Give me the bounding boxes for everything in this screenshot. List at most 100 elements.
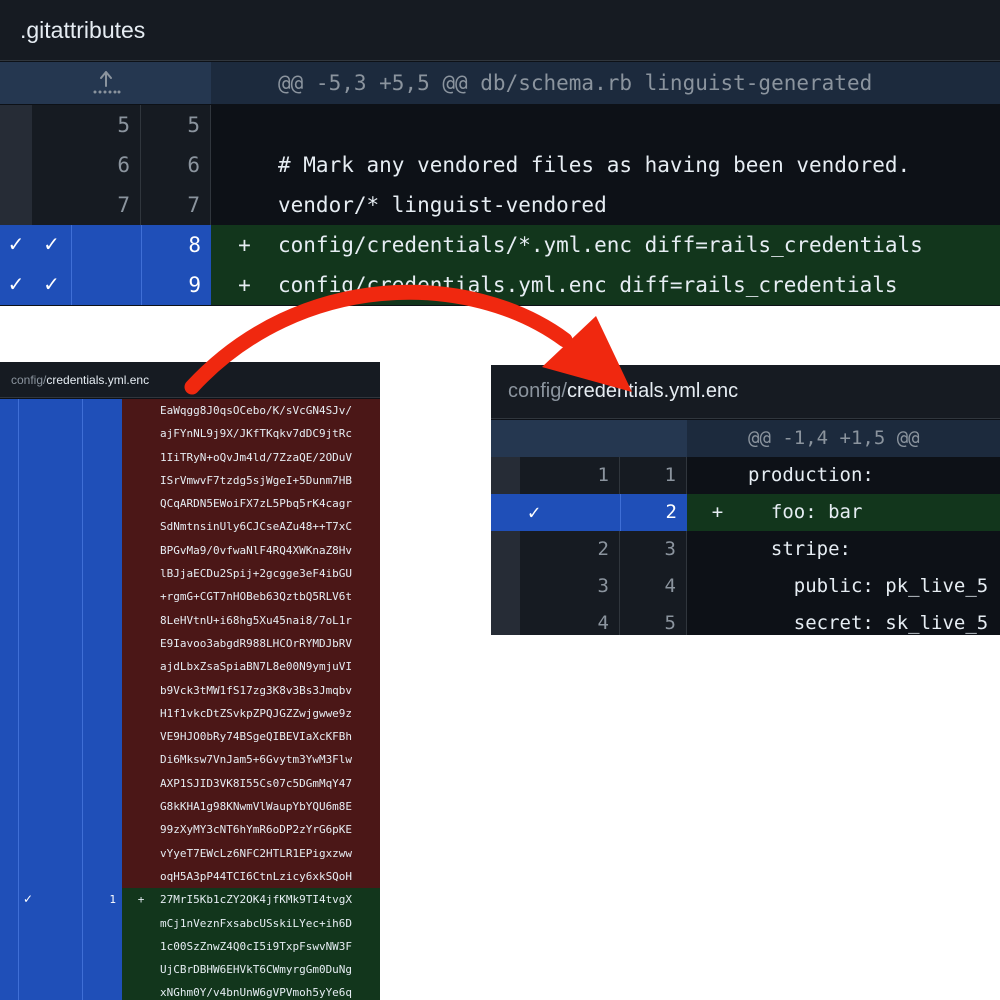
select-line-toggle[interactable]	[18, 958, 82, 982]
select-column[interactable]	[0, 748, 18, 772]
select-column[interactable]	[0, 445, 18, 469]
diff-line[interactable]: oqH5A3pP44TCI6CtnLzicy6xkSQoH	[0, 864, 380, 889]
diff-line[interactable]: b9Vck3tMW1fS17zg3K8v3Bs3Jmqbv	[0, 678, 380, 702]
select-line-toggle[interactable]	[18, 515, 82, 539]
select-line-toggle[interactable]	[18, 468, 82, 493]
select-line-toggle[interactable]	[18, 538, 82, 563]
diff-line[interactable]: ✓ 2 + foo: bar	[491, 494, 1000, 531]
select-column[interactable]: ✓	[0, 225, 32, 265]
select-column[interactable]	[0, 725, 18, 749]
diff-line[interactable]: G8kKHA1g98KNwmVlWaupYbYQU6m8E	[0, 795, 380, 819]
diff-line[interactable]: 1 1 production:	[491, 457, 1000, 494]
diff-line[interactable]: 7 7 vendor/* linguist-vendored	[0, 185, 1000, 225]
select-line-toggle[interactable]	[18, 562, 82, 586]
diff-line[interactable]: 34 public: pk_live_5	[491, 568, 1000, 605]
diff-line[interactable]: ✓ ✓ 9 + config/credentials.yml.enc diff=rail…	[0, 265, 1000, 305]
diff-line[interactable]: 99zXyMY3cNT6hYmR6oDP2zYrG6pKE	[0, 818, 380, 842]
file-header[interactable]: .gitattributes	[0, 0, 1000, 61]
diff-line[interactable]: 1IiTRyN+oQvJm4ld/7ZzaQE/2ODuV	[0, 445, 380, 469]
select-column[interactable]	[491, 494, 520, 531]
diff-line[interactable]: BPGvMa9/0vfwaNlF4RQ4XWKnaZ8Hv	[0, 538, 380, 563]
select-line-toggle[interactable]: ✓	[32, 225, 71, 265]
diff-line[interactable]: QCqARDN5EWoiFX7zL5Pbq5rK4cagr	[0, 492, 380, 516]
select-column[interactable]	[491, 531, 520, 568]
select-line-toggle[interactable]	[18, 631, 82, 656]
select-column[interactable]	[0, 515, 18, 539]
diff-line[interactable]: VE9HJO0bRy74BSgeQIBEVIaXcKFBh	[0, 725, 380, 749]
select-column[interactable]	[0, 185, 32, 225]
old-line-number[interactable]: 1	[520, 457, 620, 494]
diff-line[interactable]: ISrVmwvF7tzdg5sjWgeI+5Dunm7HB	[0, 468, 380, 493]
select-line-toggle[interactable]	[18, 771, 82, 796]
select-column[interactable]	[0, 422, 18, 446]
select-line-toggle[interactable]	[18, 399, 82, 423]
select-line-toggle[interactable]	[18, 655, 82, 679]
diff-line[interactable]: 55	[0, 105, 1000, 145]
select-line-toggle[interactable]	[18, 841, 82, 865]
select-line-toggle[interactable]	[18, 445, 82, 469]
select-line-toggle[interactable]	[18, 818, 82, 842]
select-line-toggle[interactable]	[32, 185, 71, 225]
select-column[interactable]	[491, 605, 520, 635]
select-column[interactable]	[491, 457, 520, 494]
select-column[interactable]	[0, 492, 18, 516]
select-line-toggle[interactable]	[18, 678, 82, 702]
old-line-number[interactable]: 2	[520, 531, 620, 568]
select-column[interactable]	[0, 888, 18, 912]
select-column[interactable]	[0, 864, 18, 889]
diff-line[interactable]: mCj1nVeznFxsabcUSskiLYec+ih6D	[0, 911, 380, 935]
select-column[interactable]	[0, 538, 18, 563]
file-header[interactable]: config/credentials.yml.enc	[0, 362, 380, 398]
select-line-toggle[interactable]	[18, 911, 82, 935]
select-column[interactable]	[0, 795, 18, 819]
select-column[interactable]	[0, 399, 18, 423]
diff-line[interactable]: ✓ 1 +27MrI5Kb1cZY2OK4jfKMk9TI4tvgX	[0, 888, 380, 912]
select-line-toggle[interactable]	[18, 934, 82, 959]
diff-line[interactable]: vYyeT7EWcLz6NFC2HTLR1EPigxzww	[0, 841, 380, 865]
diff-line[interactable]: UjCBrDBHW6EHVkT6CWmyrgGm0DuNg	[0, 958, 380, 982]
old-line-number[interactable]: 3	[520, 568, 620, 605]
select-column[interactable]	[0, 771, 18, 796]
select-column[interactable]	[0, 655, 18, 679]
select-column[interactable]	[0, 678, 18, 702]
select-column[interactable]	[0, 911, 18, 935]
select-column[interactable]	[0, 105, 32, 145]
select-column[interactable]	[0, 701, 18, 726]
diff-line[interactable]: Di6Mksw7VnJam5+6Gvytm3YwM3Flw	[0, 748, 380, 772]
old-line-number[interactable]: ✓	[520, 494, 620, 531]
diff-line[interactable]: xNGhm0Y/v4bnUnW6gVPVmoh5yYe6q	[0, 981, 380, 1000]
select-line-toggle[interactable]	[18, 585, 82, 609]
select-column[interactable]	[0, 981, 18, 1000]
diff-line[interactable]: ajdLbxZsaSpiaBN7L8e00N9ymjuVI	[0, 655, 380, 679]
diff-line[interactable]: AXP1SJID3VK8I55Cs07c5DGmMqY47	[0, 771, 380, 796]
select-column[interactable]	[0, 468, 18, 493]
select-column[interactable]	[0, 631, 18, 656]
select-line-toggle[interactable]	[18, 701, 82, 726]
diff-line[interactable]: 1c00SzZnwZ4Q0cI5i9TxpFswvNW3F	[0, 934, 380, 959]
diff-line[interactable]: 45 secret: sk_live_5	[491, 605, 1000, 635]
diff-line[interactable]: lBJjaECDu2Spij+2gcgge3eF4ibGU	[0, 562, 380, 586]
select-line-toggle[interactable]	[18, 748, 82, 772]
select-column[interactable]	[0, 145, 32, 185]
select-column[interactable]	[491, 568, 520, 605]
select-line-toggle[interactable]	[18, 725, 82, 749]
diff-line[interactable]: +rgmG+CGT7nHOBeb63QztbQ5RLV6t	[0, 585, 380, 609]
select-line-toggle[interactable]	[18, 608, 82, 632]
select-line-toggle[interactable]	[18, 864, 82, 889]
select-column[interactable]: ✓	[0, 265, 32, 305]
select-line-toggle[interactable]	[18, 981, 82, 1000]
select-line-toggle[interactable]	[32, 105, 71, 145]
diff-line[interactable]: H1f1vkcDtZSvkpZPQJGZZwjgwwe9z	[0, 701, 380, 726]
diff-line[interactable]: 6 6 # Mark any vendored files as having be…	[0, 145, 1000, 185]
diff-line[interactable]: ajFYnNL9j9X/JKfTKqkv7dDC9jtRc	[0, 422, 380, 446]
select-line-toggle[interactable]	[32, 145, 71, 185]
select-line-toggle[interactable]	[18, 492, 82, 516]
select-column[interactable]	[0, 818, 18, 842]
diff-line[interactable]: ✓ ✓ 8 + config/credentials/*.yml.enc diff=ra…	[0, 225, 1000, 265]
diff-line[interactable]: SdNmtnsinUly6CJCseAZu48++T7xC	[0, 515, 380, 539]
file-header[interactable]: config/credentials.yml.enc	[491, 365, 1000, 419]
diff-line[interactable]: E9Iavoo3abgdR988LHCOrRYMDJbRV	[0, 631, 380, 656]
select-line-toggle[interactable]: ✓	[32, 265, 71, 305]
select-column[interactable]	[0, 934, 18, 959]
select-column[interactable]	[0, 608, 18, 632]
